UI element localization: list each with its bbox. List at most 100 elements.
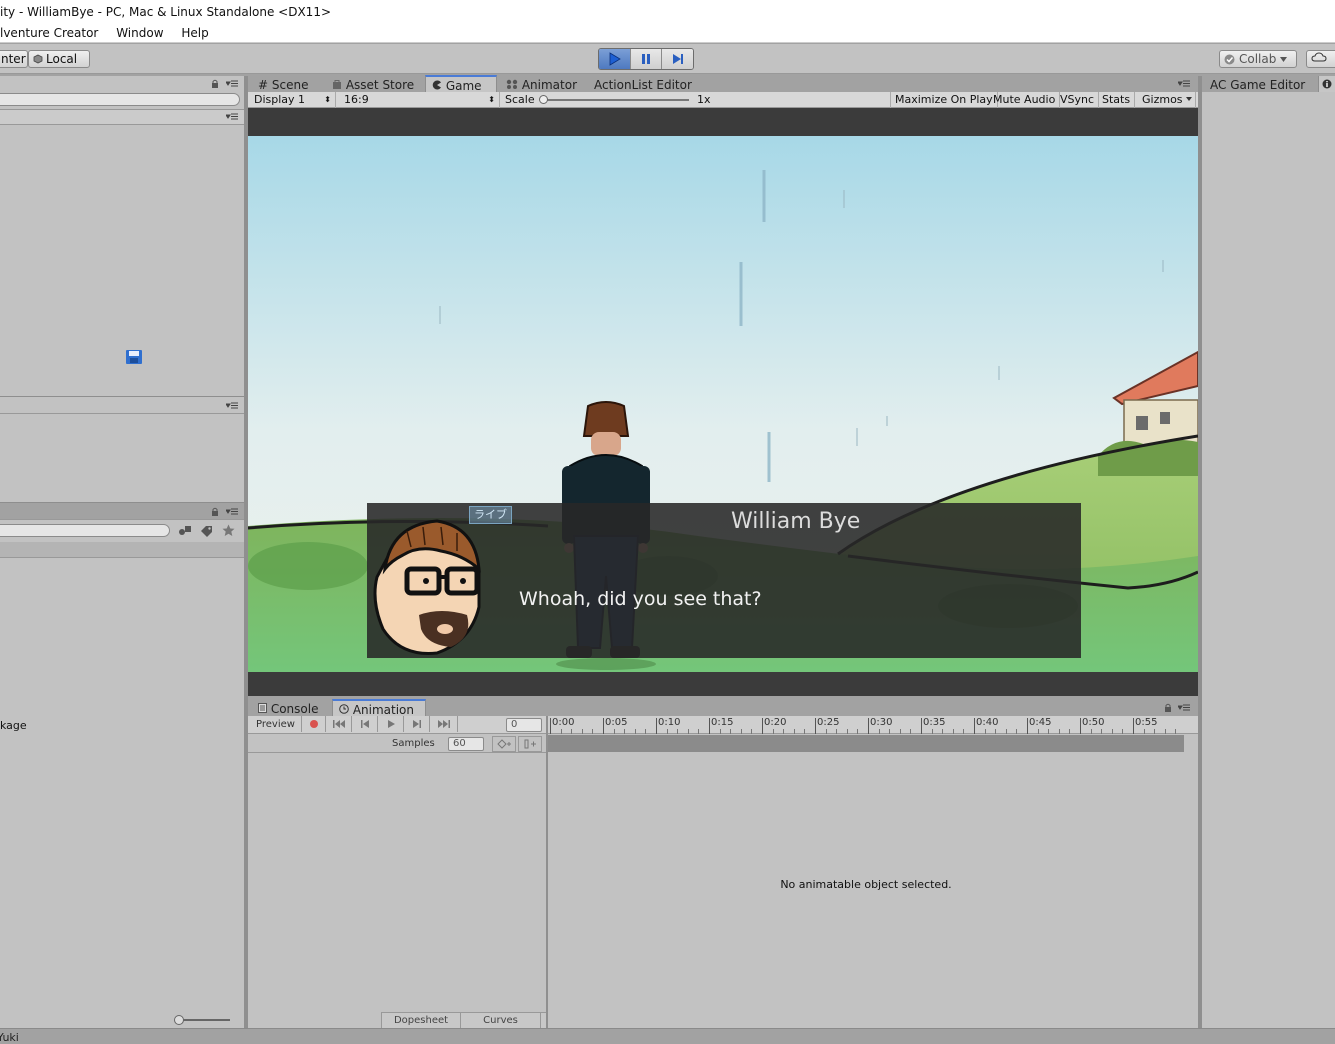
pause-button[interactable] (630, 49, 663, 69)
lock-icon[interactable] (211, 79, 219, 89)
game-view[interactable]: ライブ William Bye Whoah, did you see that? (248, 108, 1198, 696)
prev-keyframe-button[interactable] (352, 716, 378, 732)
event-lane[interactable] (548, 735, 1184, 752)
play-button[interactable] (599, 49, 631, 69)
timeline-minor-tick (645, 729, 647, 734)
timeline-tick-line (603, 718, 604, 734)
local-toggle-label: Local (46, 52, 78, 66)
save-icon[interactable] (125, 349, 143, 365)
game-view-toolbar: Display 1 ⬍ 16:9 ⬍ Scale 1x Maximize On … (248, 92, 1198, 108)
empty-message: No animatable object selected. (780, 878, 952, 891)
keyframe-area[interactable]: No animatable object selected. (548, 752, 1198, 1028)
samples-field-value: 60 (453, 738, 466, 749)
timeline-tick-line (1027, 718, 1028, 734)
project-toolbar (0, 520, 244, 542)
cloud-button[interactable] (1306, 50, 1335, 68)
step-button[interactable] (662, 49, 693, 69)
next-keyframe-button[interactable] (404, 716, 430, 732)
menu-item-window[interactable]: Window (116, 26, 163, 40)
pivot-toggle-button[interactable]: nter (0, 50, 28, 68)
timeline-minor-tick (677, 729, 679, 734)
clock-icon (339, 704, 349, 714)
grid-icon: # (258, 78, 269, 92)
toggle-maximize-on-play[interactable]: Maximize On Play (890, 92, 998, 108)
timeline-tick-line (762, 718, 763, 734)
thumbnail-size-slider[interactable] (174, 1015, 230, 1025)
panel-menu-icon[interactable] (226, 80, 238, 88)
add-event-button[interactable] (518, 736, 542, 752)
collab-button[interactable]: Collab (1219, 50, 1297, 68)
timeline-tick-line (815, 718, 816, 734)
timeline-tick-line (868, 718, 869, 734)
lock-icon[interactable] (1164, 703, 1172, 713)
filter-by-type-icon[interactable] (178, 525, 192, 537)
game-canvas[interactable]: ライブ William Bye Whoah, did you see that? (248, 136, 1198, 672)
tab-ac-game-editor[interactable]: AC Game Editor (1204, 76, 1311, 94)
first-keyframe-button[interactable] (326, 716, 352, 732)
toggle-stats[interactable]: Stats (1098, 92, 1136, 108)
frame-field-value: 0 (511, 719, 518, 730)
dialogue-box[interactable]: ライブ William Bye Whoah, did you see that? (367, 503, 1081, 658)
scale-slider[interactable] (541, 99, 689, 101)
star-icon[interactable] (222, 524, 235, 537)
record-icon (309, 720, 318, 728)
frame-field[interactable]: 0 (506, 718, 542, 732)
timeline-minor-tick (1037, 729, 1039, 734)
tab-scene-label: Scene (271, 78, 309, 92)
record-button[interactable] (302, 716, 326, 732)
dialogue-speaker-name: William Bye (731, 509, 861, 534)
local-toggle-button[interactable]: Local (28, 50, 90, 68)
panel-menu-icon[interactable] (1178, 704, 1190, 712)
timeline-tick-label: 0:00 (552, 717, 575, 728)
toggle-mute-audio[interactable]: Mute Audio (989, 92, 1061, 108)
animation-controls: Preview 0 (248, 716, 546, 734)
tab-actionlist-editor-label: ActionList Editor (594, 78, 692, 92)
panel-menu-icon[interactable] (1178, 80, 1190, 88)
timeline-minor-tick (772, 729, 774, 734)
scale-slider-thumb[interactable] (539, 95, 548, 104)
panel-menu-icon[interactable] (226, 402, 238, 410)
lock-icon[interactable] (211, 507, 219, 517)
project-item-package[interactable]: kage (0, 719, 27, 732)
portrait-live-badge-label: ライブ (474, 508, 507, 521)
tab-animation[interactable]: Animation (332, 699, 426, 717)
timeline-minor-tick (995, 729, 997, 734)
panel-menu-icon[interactable] (226, 508, 238, 516)
tab-inspector[interactable] (1318, 76, 1335, 92)
timeline-ruler[interactable]: 0:00 0:05 0:10 0:15 0:20 0:25 0:30 0:35 0:40 0:45… (548, 716, 1198, 734)
last-keyframe-button[interactable] (430, 716, 458, 732)
timeline-tick-line (1080, 718, 1081, 734)
add-keyframe-button[interactable] (492, 736, 516, 752)
bag-icon (333, 80, 341, 89)
preview-toggle[interactable]: Preview (250, 716, 302, 732)
menu-item-adventure-creator[interactable]: lventure Creator (0, 26, 98, 40)
project-search-input[interactable] (0, 524, 170, 537)
timeline-minor-tick (1069, 729, 1071, 734)
tab-console-label: Console (270, 702, 319, 716)
dialogue-line: Whoah, did you see that? (519, 588, 762, 610)
skip-end-icon (437, 720, 450, 728)
timeline-minor-tick (1048, 729, 1050, 734)
gizmos-dropdown[interactable]: Gizmos (1138, 92, 1196, 108)
hierarchy-search-input[interactable] (0, 93, 240, 106)
curves-button[interactable]: Curves (461, 1013, 541, 1029)
timeline-minor-tick (1175, 729, 1177, 734)
menu-item-help[interactable]: Help (181, 26, 208, 40)
timeline-tick-label: 0:10 (658, 717, 681, 728)
timeline-tick-label: 0:25 (817, 717, 840, 728)
tag-icon[interactable] (200, 525, 214, 537)
timeline-tick-line (550, 718, 551, 734)
timeline-minor-tick (952, 729, 954, 734)
slider-thumb[interactable] (174, 1015, 184, 1025)
panel-menu-icon[interactable] (226, 113, 238, 121)
display-select[interactable]: Display 1 ⬍ (250, 92, 336, 108)
samples-field[interactable]: 60 (448, 737, 484, 751)
play-icon (609, 52, 622, 66)
timeline-minor-tick (613, 729, 615, 734)
tab-game[interactable]: Game (425, 75, 497, 93)
dopesheet-button[interactable]: Dopesheet (381, 1013, 461, 1029)
play-animation-button[interactable] (378, 716, 404, 732)
toggle-vsync[interactable]: VSync (1056, 92, 1100, 108)
project-item-label: kage (0, 719, 27, 732)
aspect-select[interactable]: 16:9 ⬍ (340, 92, 500, 108)
